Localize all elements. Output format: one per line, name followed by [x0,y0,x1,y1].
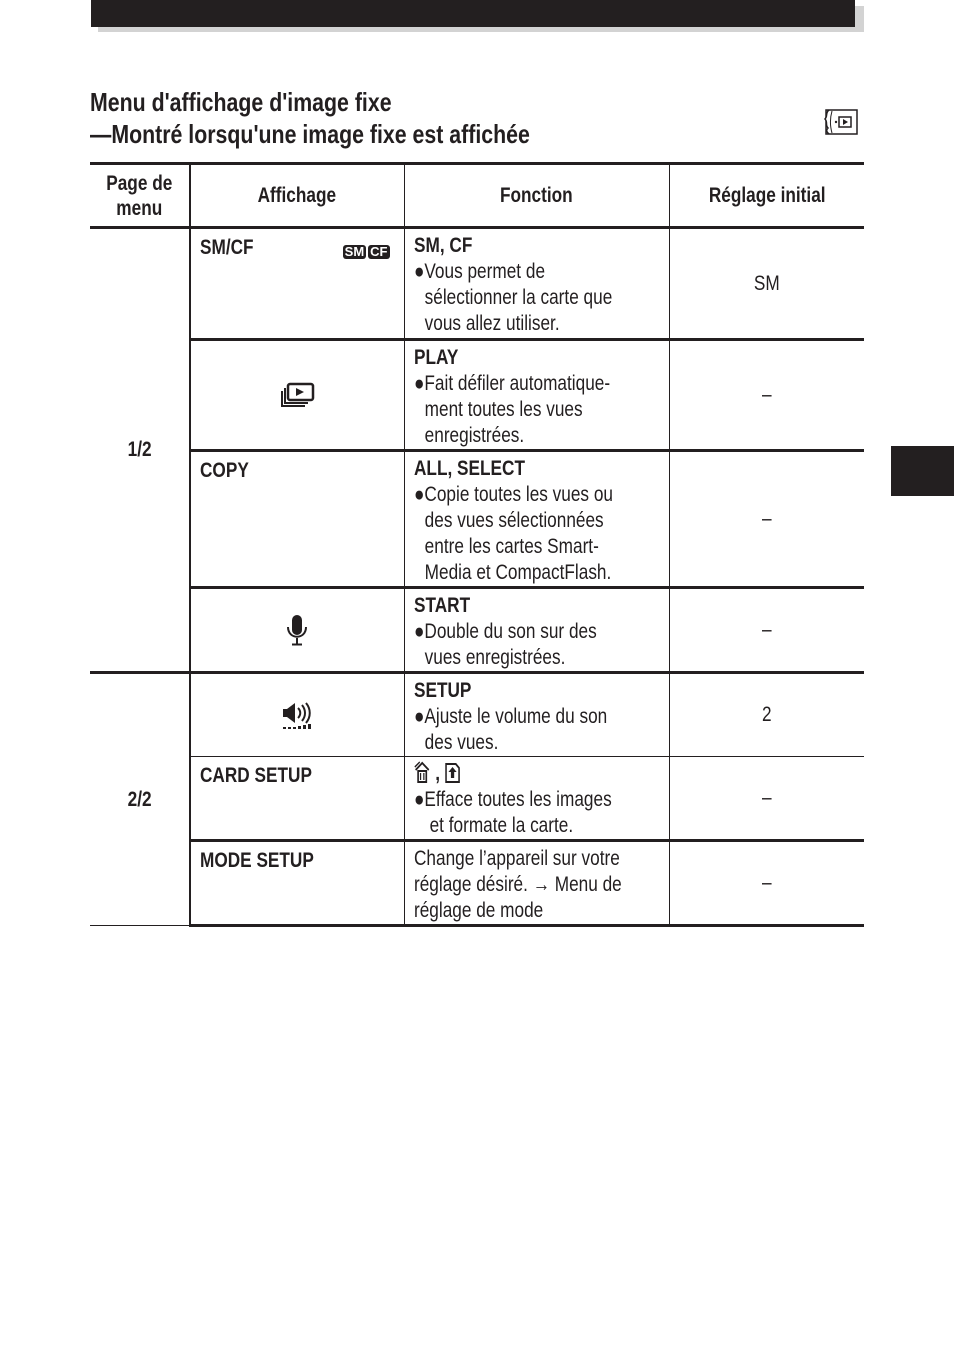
display-cell: MODE SETUP [190,839,405,927]
table-row: 2/2 SETUP ●Ajuste le volume du son des v… [90,671,864,926]
page-title-line2: —Montré lorsqu'une image fixe est affich… [90,119,530,149]
function-text: entre les cartes Smart- [424,535,599,558]
format-card-icon [444,763,460,783]
initial-value: SM [668,226,864,340]
function-text: sélectionner la carte que [424,286,612,309]
table-row: PLAY ●Fait défiler automatique- ment tou… [90,338,864,451]
function-cell: START ●Double du son sur des vues enregi… [403,586,670,673]
header-bar [91,0,855,27]
function-text: ment toutes les vues [424,398,583,421]
function-head: SETUP [413,679,471,702]
function-head-icons: , [413,761,612,787]
display-label: COPY [200,459,249,482]
initial-value: – [668,839,864,927]
display-cell [190,338,405,451]
function-text: ●Ajuste le volume du son [413,705,607,728]
function-text: ●Vous permet de [413,260,545,283]
function-cell: PLAY ●Fait défiler automatique- ment tou… [403,338,670,451]
card-badges: SM CF [341,243,390,261]
function-text: Media et CompactFlash. [424,561,611,584]
function-text: Change l’appareil sur votre [413,847,620,870]
page-title: Menu d'affichage d'image fixe —Montré lo… [90,86,530,150]
function-head: START [413,594,470,617]
display-cell: CARD SETUP [190,756,405,841]
menu-table: Page de menu Affichage Fonction Réglage … [90,162,864,927]
function-text: ●Efface toutes les images [413,788,612,811]
arrow-right-icon: → [532,873,550,896]
function-text: vues enregistrées. [424,646,565,669]
function-text: et formate la carte. [429,814,573,837]
table-header: Page de menu Affichage Fonction Réglage … [90,162,864,229]
display-label: SM/CF [200,236,254,259]
function-text: enregistrées. [424,424,524,447]
column-header-display: Affichage [189,162,405,229]
initial-value: – [668,449,864,588]
display-cell [190,586,405,673]
column-header-function: Fonction [403,162,670,229]
function-cell: SM, CF ●Vous permet de sélectionner la c… [403,226,670,340]
function-cell: ALL, SELECT ●Copie toutes les vues ou de… [403,449,670,588]
function-text: ●Double du son sur des [413,620,597,643]
volume-icon [283,702,312,729]
page-title-line1: Menu d'affichage d'image fixe [90,87,392,117]
table-row: CARD SETUP , ●Efface toutes les images e… [90,756,864,841]
function-text: vous allez utiliser. [424,312,560,335]
function-text: des vues. [424,731,498,754]
initial-value: 2 [668,671,864,757]
playback-mode-dial-icon [823,109,858,135]
function-head: ALL, SELECT [413,457,525,480]
function-text: ●Fait défiler automatique- [413,372,610,395]
function-text: réglage de mode [413,899,543,922]
microphone-icon [287,615,308,646]
function-text: ●Copie toutes les vues ou [413,483,613,506]
initial-value: – [668,756,864,841]
chapter-tab [891,446,954,496]
display-cell: COPY [190,449,405,588]
table-row: 1/2 SM/CF SM CF SM, CF ●Vous permet de sé… [90,226,864,673]
display-cell [189,671,405,757]
function-head: SM, CF [413,234,472,257]
function-cell: SETUP ●Ajuste le volume du son des vues. [403,671,670,757]
column-header-page: Page de menu [90,162,191,229]
initial-value: – [668,586,864,673]
function-cell: Change l’appareil sur votre réglage dési… [403,839,670,927]
cf-card-icon: CF [368,244,390,259]
function-text: des vues sélectionnées [424,509,604,532]
sm-card-icon: SM [342,244,367,259]
page-cell-1: 1/2 [90,226,191,673]
initial-value: – [668,338,864,451]
erase-all-icon [413,761,429,783]
column-header-initial: Réglage initial [668,162,864,229]
display-label: MODE SETUP [200,849,314,872]
slideshow-icon [281,382,315,407]
function-text-with-arrow: réglage désiré. → Menu de [413,873,622,896]
function-cell: , ●Efface toutes les images et formate l… [403,756,670,841]
table-row: START ●Double du son sur des vues enregi… [90,586,864,673]
display-label: CARD SETUP [200,764,312,787]
function-head: PLAY [413,346,458,369]
display-cell: SM/CF SM CF [189,226,405,340]
table-row: COPY ALL, SELECT ●Copie toutes les vues … [90,449,864,588]
table-row: MODE SETUP Change l’appareil sur votre r… [90,839,864,927]
page-cell-2: 2/2 [90,671,191,926]
